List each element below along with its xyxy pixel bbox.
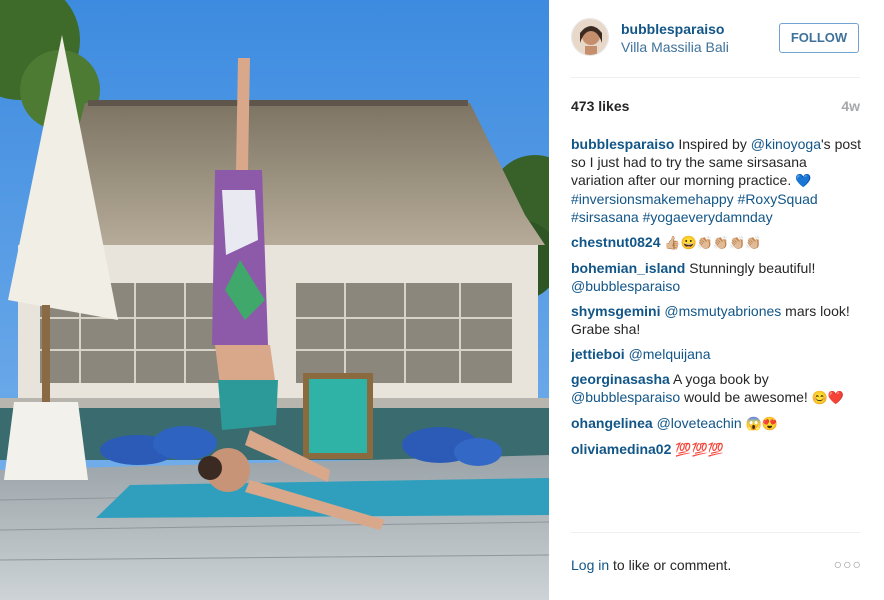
- comment-username[interactable]: oliviamedina02: [571, 441, 671, 457]
- caption-mention[interactable]: @kinoyoga: [751, 136, 821, 152]
- yoga-photo-illustration: [0, 0, 549, 600]
- caption-username[interactable]: bubblesparaiso: [571, 136, 674, 152]
- comment-username[interactable]: ohangelinea: [571, 415, 653, 431]
- comment-text-2: would be awesome!: [680, 389, 812, 405]
- comment-mention[interactable]: @loveteachin: [657, 415, 742, 431]
- caption: bubblesparaiso Inspired by @kinoyoga's p…: [571, 135, 863, 226]
- post-side-panel: bubblesparaiso Villa Massilia Bali FOLLO…: [549, 0, 884, 600]
- caption-emoji: 💙: [795, 173, 812, 188]
- divider: [571, 77, 860, 78]
- comment-item: shymsgemini @msmutyabriones mars look! G…: [571, 302, 863, 338]
- login-text: to like or comment.: [609, 557, 732, 573]
- post-photo[interactable]: [0, 0, 549, 600]
- comment-item: oliviamedina02 💯💯💯: [571, 440, 863, 459]
- divider: [571, 532, 860, 533]
- comment-mention[interactable]: @bubblesparaiso: [571, 278, 680, 294]
- post-username[interactable]: bubblesparaiso: [621, 21, 724, 37]
- comment-username[interactable]: chestnut0824: [571, 234, 660, 250]
- comment-username[interactable]: georginasasha: [571, 371, 670, 387]
- login-link[interactable]: Log in: [571, 557, 609, 573]
- comment-username[interactable]: bohemian_island: [571, 260, 685, 276]
- comment-item: chestnut0824 👍🏼😀👏🏼👏🏼👏🏼👏🏼: [571, 233, 863, 252]
- comment-text: Stunningly beautiful!: [689, 260, 816, 276]
- follow-button[interactable]: FOLLOW: [779, 23, 859, 53]
- login-prompt: Log in to like or comment.: [571, 557, 731, 573]
- caption-text: Inspired by: [678, 136, 751, 152]
- comment-item: bohemian_island Stunningly beautiful! @b…: [571, 259, 863, 295]
- comment-mention[interactable]: @msmutyabriones: [664, 303, 781, 319]
- avatar[interactable]: [571, 18, 609, 56]
- comment-emoji: 😊❤️: [811, 390, 845, 405]
- likes-count[interactable]: 473 likes: [571, 98, 629, 114]
- comment-emoji: 💯💯💯: [675, 442, 724, 457]
- comment-item: georginasasha A yoga book by @bubblespar…: [571, 370, 863, 407]
- comments-list: bubblesparaiso Inspired by @kinoyoga's p…: [571, 135, 863, 466]
- comment-username[interactable]: shymsgemini: [571, 303, 660, 319]
- caption-hashtags[interactable]: #inversionsmakemehappy #RoxySquad #sirsa…: [571, 191, 818, 225]
- comment-text: A yoga book by: [672, 371, 769, 387]
- comment-item: jettieboi @melquijana: [571, 345, 863, 363]
- post-time[interactable]: 4w: [841, 98, 860, 114]
- comment-mention[interactable]: @bubblesparaiso: [571, 389, 680, 405]
- comment-username[interactable]: jettieboi: [571, 346, 625, 362]
- post-location[interactable]: Villa Massilia Bali: [621, 39, 729, 55]
- comment-emoji: 😱😍: [745, 416, 778, 431]
- comment-item: ohangelinea @loveteachin 😱😍: [571, 414, 863, 433]
- comment-mention[interactable]: @melquijana: [629, 346, 711, 362]
- more-options-icon[interactable]: ○○○: [834, 556, 862, 572]
- comment-emoji: 👍🏼😀👏🏼👏🏼👏🏼👏🏼: [664, 235, 762, 250]
- post-header: bubblesparaiso Villa Massilia Bali FOLLO…: [571, 18, 861, 60]
